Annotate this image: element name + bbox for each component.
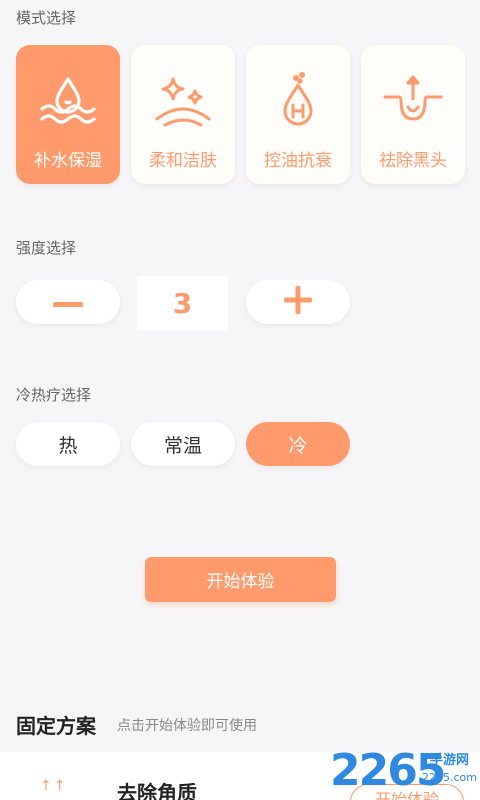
- mode-card-oil-control[interactable]: 控油抗衰: [246, 45, 350, 184]
- mode-card-label: 控油抗衰: [264, 151, 332, 171]
- mode-section-label: 模式选择: [16, 9, 77, 27]
- fixed-plan-title: 固定方案: [16, 714, 96, 738]
- temp-option-label: 冷: [288, 434, 308, 457]
- pore-extract-icon: [381, 71, 445, 135]
- arrows-up-icon: ↑↑: [40, 778, 68, 794]
- watermark-text: 手游网: [430, 753, 470, 768]
- temp-option-normal[interactable]: 常温: [131, 422, 235, 466]
- fixed-plan-hint: 点击开始体验即可使用: [117, 718, 257, 734]
- plus-icon: [284, 286, 312, 318]
- watermark-logo: 2265 手游网 2265.com: [330, 745, 480, 800]
- temp-option-hot[interactable]: 热: [16, 422, 120, 466]
- watermark-domain: 2265.com: [422, 771, 477, 784]
- temp-option-label: 热: [58, 434, 78, 457]
- start-experience-button[interactable]: 开始体验: [145, 557, 336, 602]
- mode-card-cleanse[interactable]: 柔和洁肤: [131, 45, 235, 184]
- sparkle-icon: [151, 71, 215, 135]
- intensity-decrease-button[interactable]: [16, 280, 120, 324]
- mode-card-blackhead[interactable]: 祛除黑头: [361, 45, 465, 184]
- temp-option-label: 常温: [163, 434, 202, 457]
- mode-card-hydrate[interactable]: 补水保湿: [16, 45, 120, 184]
- mode-card-label: 祛除黑头: [379, 151, 447, 171]
- temp-section-label: 冷热疗选择: [16, 386, 92, 404]
- minus-icon: [53, 293, 83, 312]
- plan-name: 去除角质: [117, 781, 197, 800]
- intensity-increase-button[interactable]: [246, 280, 350, 324]
- mode-card-label: 补水保湿: [34, 151, 102, 171]
- intensity-section-label: 强度选择: [16, 239, 77, 257]
- temp-option-cold[interactable]: 冷: [246, 422, 350, 466]
- intensity-value: 3: [137, 276, 228, 330]
- h-drop-icon: [266, 71, 330, 135]
- mode-card-label: 柔和洁肤: [149, 151, 217, 171]
- water-drop-wave-icon: [36, 71, 100, 135]
